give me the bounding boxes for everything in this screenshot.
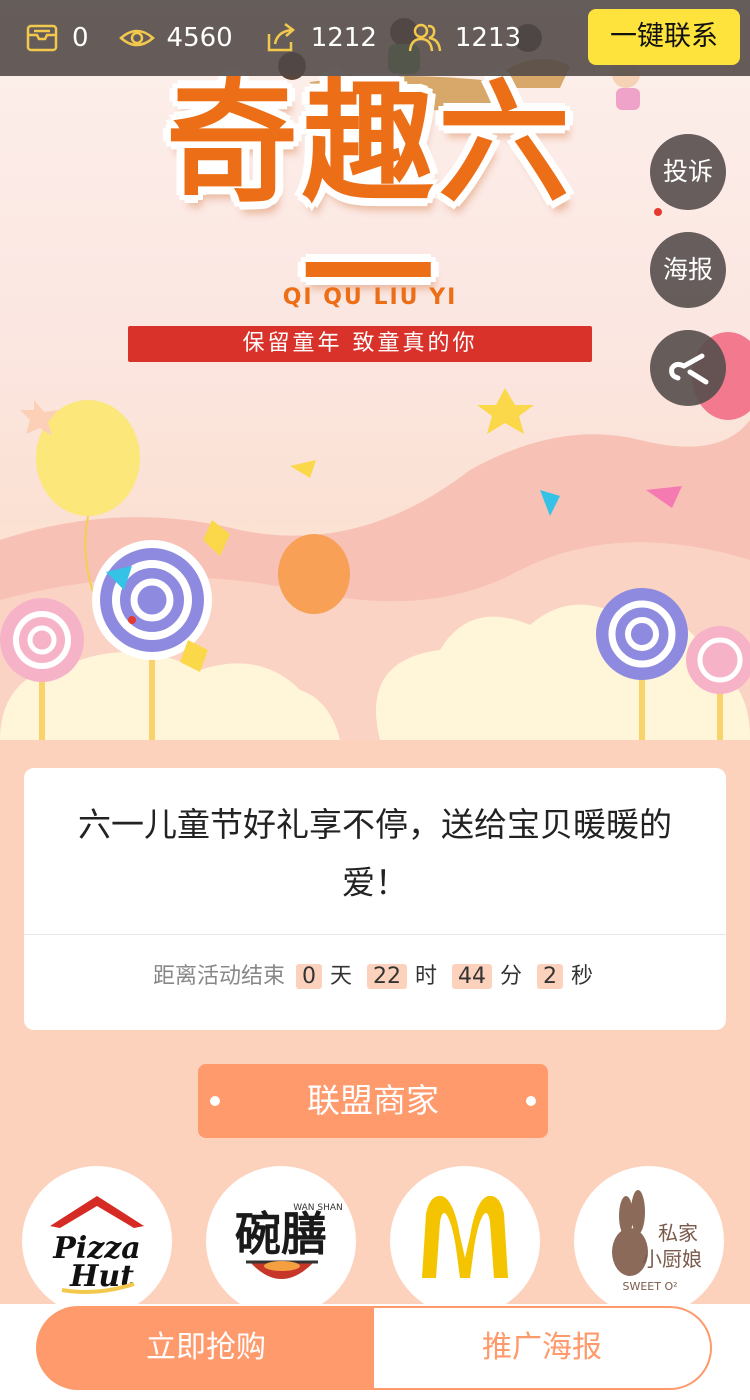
merchants-title-text: 联盟商家 <box>307 1081 439 1120</box>
stat-views-value: 4560 <box>166 23 233 53</box>
wanshan-logo-mark: 碗膳 <box>235 1207 327 1261</box>
mcdonalds-logo <box>422 1195 508 1278</box>
contact-button[interactable]: 一键联系 <box>588 9 740 65</box>
stat-participants: 1213 <box>407 20 521 56</box>
banner-slogan-ribbon: 保留童年 致童真的你 <box>128 326 592 362</box>
poster-side-button[interactable]: 海报 <box>650 232 726 308</box>
card-divider <box>24 934 726 935</box>
stat-participants-value: 1213 <box>454 23 522 53</box>
merchant-pizza-hut[interactable]: Pizza Hut <box>22 1166 172 1316</box>
wanshan-logo: 碗膳 WAN SHAN <box>235 1203 343 1279</box>
countdown-hours: 22 <box>366 964 407 989</box>
buy-now-button[interactable]: 立即抢购 <box>36 1306 376 1390</box>
sijia-kitchen-logo-line1: 私家 <box>658 1221 698 1245</box>
box-icon <box>24 20 60 56</box>
countdown-seconds: 2 <box>537 964 564 989</box>
stat-shares: 1212 <box>263 20 377 56</box>
stat-shares-value: 1212 <box>310 23 377 53</box>
sijia-kitchen-logo-sub: SWEET O² <box>622 1280 677 1293</box>
stat-views: 4560 <box>118 20 233 56</box>
merchant-mcdonalds[interactable] <box>390 1166 540 1316</box>
sijia-kitchen-logo-line2: 小厨娘 <box>642 1247 702 1271</box>
countdown-hour-unit: 时 <box>414 964 437 989</box>
complain-button[interactable]: 投诉 <box>650 134 726 210</box>
countdown-days: 0 <box>295 964 322 989</box>
stat-stock-value: 0 <box>72 23 89 53</box>
music-off-icon <box>669 353 709 385</box>
countdown-minute-unit: 分 <box>500 964 523 989</box>
merchants-section-title: 联盟商家 <box>198 1064 548 1138</box>
countdown: 距离活动结束 0天 22 时 44 分 2秒 <box>24 958 726 990</box>
stat-stock: 0 <box>24 20 89 56</box>
activity-title: 六一儿童节好礼享不停，送给宝贝暖暖的爱！ <box>78 805 672 902</box>
stats-bar: 0 4560 1212 1213 一键联系 <box>0 0 750 76</box>
wanshan-logo-sub: WAN SHAN <box>293 1203 343 1213</box>
countdown-day-unit: 天 <box>329 964 352 989</box>
sijia-kitchen-logo: 私家 小厨娘 SWEET O² <box>612 1190 702 1293</box>
pizza-hut-logo: Pizza Hut <box>50 1196 144 1294</box>
banner-pinyin: QI QU LIU YI <box>282 285 458 310</box>
title-dot-left <box>210 1096 220 1106</box>
bottom-action-bar: 立即抢购 推广海报 <box>0 1304 750 1400</box>
activity-card: 六一儿童节好礼享不停，送给宝贝暖暖的爱！ 距离活动结束 0天 22 时 44 分 2… <box>24 768 726 1030</box>
hero-banner: 奇趣六一 QI QU LIU YI 保留童年 致童真的你 <box>0 0 750 740</box>
countdown-minutes: 44 <box>452 964 492 989</box>
title-dot-right <box>526 1096 536 1106</box>
merchant-wanshan[interactable]: 碗膳 WAN SHAN <box>206 1166 356 1316</box>
promo-poster-button[interactable]: 推广海报 <box>374 1306 712 1390</box>
users-icon <box>407 20 443 56</box>
countdown-label: 距离活动结束 <box>152 964 285 989</box>
share-icon <box>263 20 299 56</box>
merchant-sijia-kitchen[interactable]: 私家 小厨娘 SWEET O² <box>574 1166 724 1316</box>
music-toggle-button[interactable] <box>650 330 726 406</box>
countdown-second-unit: 秒 <box>571 964 594 989</box>
eye-icon <box>118 20 155 56</box>
